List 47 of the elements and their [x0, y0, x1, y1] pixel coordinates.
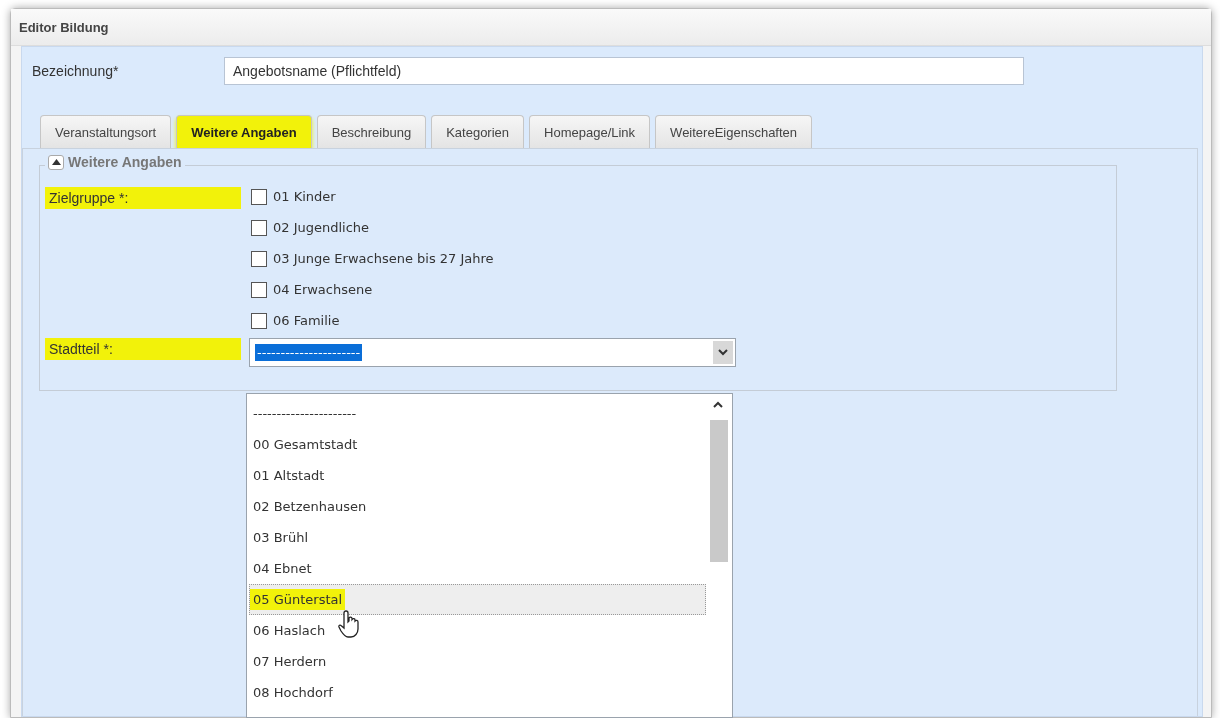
- dropdown-option[interactable]: 07 Herdern: [249, 646, 706, 677]
- checkbox-label: 02 Jugendliche: [273, 220, 370, 235]
- checkbox[interactable]: [251, 188, 267, 205]
- section-title: Weitere Angaben: [68, 154, 182, 170]
- checkbox[interactable]: [251, 281, 267, 298]
- tab[interactable]: Beschreibung: [316, 115, 427, 148]
- district-select[interactable]: ----------------------: [249, 338, 736, 367]
- dropdown-option[interactable]: 00 Gesamtstadt: [249, 429, 706, 460]
- option-text: 05 Günterstal: [250, 589, 346, 610]
- dropdown-option[interactable]: ----------------------: [249, 398, 706, 429]
- checkbox-label: 01 Kinder: [273, 189, 336, 204]
- option-text: 04 Ebnet: [252, 560, 313, 578]
- dropdown-option[interactable]: 06 Haslach: [249, 615, 706, 646]
- collapse-toggle-button[interactable]: [48, 154, 64, 170]
- dropdown-option[interactable]: 05 Günterstal: [249, 584, 706, 615]
- checkbox-label: 06 Familie: [273, 313, 340, 328]
- dropdown-option[interactable]: 08 Hochdorf: [249, 677, 706, 708]
- tab[interactable]: Weitere Angaben: [176, 115, 312, 148]
- checkbox[interactable]: [251, 250, 267, 267]
- option-text: 02 Betzenhausen: [252, 498, 368, 516]
- select-value: ----------------------: [255, 344, 363, 361]
- dropdown-option[interactable]: 01 Altstadt: [249, 460, 706, 491]
- checkbox-label: 04 Erwachsene: [273, 282, 373, 297]
- district-label: Stadtteil *:: [45, 338, 241, 360]
- checkbox[interactable]: [251, 219, 267, 236]
- checkbox[interactable]: [251, 312, 267, 329]
- window-title: Editor Bildung: [19, 19, 109, 35]
- target-group-label: Zielgruppe *:: [45, 187, 241, 209]
- option-text: 01 Altstadt: [252, 467, 326, 485]
- tab[interactable]: Veranstaltungsort: [40, 115, 172, 148]
- option-text: 08 Hochdorf: [252, 684, 334, 702]
- name-label: Bezeichnung*: [32, 63, 120, 79]
- checkbox-label: 03 Junge Erwachsene bis 27 Jahre: [273, 251, 494, 266]
- dropdown-option[interactable]: 02 Betzenhausen: [249, 491, 706, 522]
- dropdown-option[interactable]: 03 Brühl: [249, 522, 706, 553]
- dropdown-option[interactable]: 04 Ebnet: [249, 553, 706, 584]
- tab[interactable]: Homepage/Link: [529, 115, 651, 148]
- option-text: 06 Haslach: [252, 622, 327, 640]
- scroll-thumb[interactable]: [710, 420, 728, 562]
- option-text: ----------------------: [252, 405, 358, 423]
- option-text: 07 Herdern: [252, 653, 328, 671]
- caret-up-icon: [51, 159, 61, 165]
- option-text: 03 Brühl: [252, 529, 310, 547]
- option-text: 00 Gesamtstadt: [252, 436, 359, 454]
- tab[interactable]: WeitereEigenschaften: [655, 115, 813, 148]
- name-input-field[interactable]: Angebotsname (Pflichtfeld): [224, 57, 1024, 85]
- tab[interactable]: Kategorien: [431, 115, 525, 148]
